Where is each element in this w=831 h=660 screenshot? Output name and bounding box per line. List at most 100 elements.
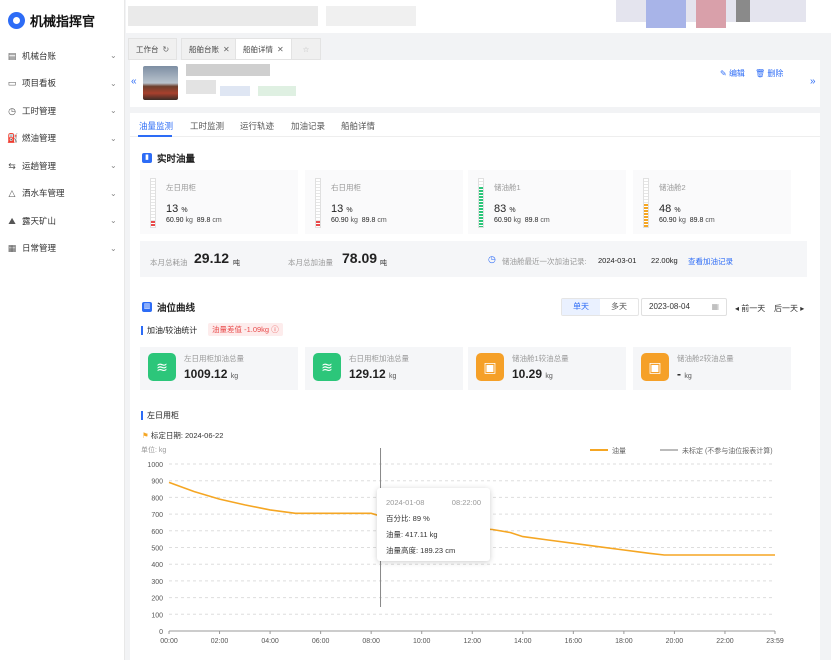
delete-button[interactable]: 🗑 删除 [755, 68, 783, 79]
summary-unit: kg [230, 373, 239, 380]
x-tick-label: 22:00 [716, 638, 734, 645]
ship-photo[interactable] [143, 66, 178, 100]
sidebar-item-label: 项目看板 [22, 78, 57, 89]
tank-percent-value: 13 [166, 203, 179, 215]
chart-section-text: 左日用柜 [147, 411, 179, 420]
single-day-button[interactable]: 单天 [562, 299, 600, 315]
tank-card: 左日用柜 13 % 60.90 kg 89.8 cm [140, 170, 298, 234]
close-icon[interactable]: ✕ [223, 45, 230, 54]
tank-name: 储油舱1 [494, 183, 521, 192]
tab-workbench[interactable]: 工作台 ↻ [128, 38, 178, 60]
tab-ship-detail[interactable]: 船舶详情 ✕ [235, 38, 292, 60]
tab-ship-ledger[interactable]: 船舶台账 ✕ [181, 38, 238, 60]
y-tick-label: 300 [151, 579, 163, 586]
date-picker[interactable]: 2023-08-04 ▦ [641, 298, 727, 316]
chevron-down-icon[interactable]: ⌄ [110, 134, 124, 143]
blurred-region [646, 0, 686, 28]
summary-unit: kg [684, 373, 692, 380]
y-tick-label: 100 [151, 612, 163, 619]
tank-readings: 60.90 kg 89.8 cm [166, 217, 222, 224]
tank-fill [479, 187, 483, 227]
blurred-ship-name [186, 64, 270, 76]
tank-percent: 83 % [494, 203, 516, 215]
prev-day-button[interactable]: ◂ 前一天 [735, 303, 765, 314]
tooltip-time: 08:22:00 [451, 498, 481, 507]
summary-label: 左日用柜加油总量 [184, 354, 244, 363]
tooltip-pct: 百分比: 89 % [386, 514, 430, 523]
summary-value: 129.12 kg [349, 367, 396, 381]
edit-label: 编辑 [728, 69, 745, 78]
x-tick-label: 00:00 [160, 638, 178, 645]
x-tick-label: 06:00 [312, 638, 330, 645]
blurred-region [696, 0, 726, 28]
truck-icon: △ [8, 188, 16, 199]
tab-label: 船舶台账 [189, 44, 219, 54]
chevron-down-icon[interactable]: ⌄ [110, 79, 124, 88]
tank-oil: 60.90 [659, 217, 677, 224]
tank-gauge [315, 178, 321, 228]
tank-fill [151, 220, 155, 227]
next-ship-icon[interactable]: » [810, 76, 816, 87]
tank-oil-unit: kg [678, 217, 686, 224]
sidebar-item[interactable]: ⛰ 露天矿山 ⌄ [0, 207, 124, 235]
tank-percent-unit: % [674, 207, 681, 214]
y-tick-label: 600 [151, 529, 163, 536]
app-logo[interactable]: 机械指挥官 [8, 11, 95, 30]
summary-number: 10.29 [512, 367, 543, 381]
tab-add[interactable]: ☆ [291, 38, 321, 60]
tank-percent-value: 83 [494, 203, 507, 215]
tooltip-header: 2024-01-08 08:22:00 [386, 495, 481, 511]
curve-title-text: 油位曲线 [157, 303, 196, 314]
tank-percent-value: 13 [331, 203, 344, 215]
next-day-button[interactable]: 后一天 ▸ [774, 303, 804, 314]
x-tick-label: 16:00 [565, 638, 583, 645]
blurred-region [186, 80, 216, 94]
summary-card: ▣ 储油舱1较油总量 10.29 kg [468, 347, 626, 390]
tab-track[interactable]: 运行轨迹 [240, 120, 274, 132]
sidebar-item[interactable]: ▭ 项目看板 ⌄ [0, 70, 124, 98]
calendar-icon: ▦ [711, 302, 719, 311]
chevron-down-icon[interactable]: ⌄ [110, 216, 124, 225]
tank-readings: 60.90 kg 89.8 cm [331, 217, 387, 224]
realtime-title: ▮ 实时油量 [142, 151, 195, 165]
y-tick-label: 400 [151, 562, 163, 569]
chevron-down-icon[interactable]: ⌄ [110, 161, 124, 170]
storage-tank-icon: ▣ [476, 353, 504, 381]
x-tick-label: 04:00 [261, 638, 279, 645]
fuel-icon: ⛽ [7, 133, 19, 144]
view-refuel-records-link[interactable]: 查看加油记录 [688, 256, 733, 267]
month-consume-unit: 吨 [233, 260, 240, 267]
sidebar-item[interactable]: ▤ 机械台账 ⌄ [0, 42, 124, 70]
sidebar-item[interactable]: ▦ 日常管理 ⌄ [0, 235, 124, 263]
summary-unit: kg [545, 373, 553, 380]
tooltip-oil: 油量: 417.11 kg [386, 530, 438, 539]
sidebar-item[interactable]: ⇆ 运趟管理 ⌄ [0, 152, 124, 180]
tank-card: 右日用柜 13 % 60.90 kg 89.8 cm [305, 170, 463, 234]
tab-hour-monitor[interactable]: 工时监测 [190, 120, 224, 132]
sidebar-item-label: 工时管理 [22, 105, 57, 116]
tab-oil-monitor[interactable]: 油量监测 [139, 120, 173, 132]
summary-label: 右日用柜加油总量 [349, 354, 409, 363]
sidebar-item[interactable]: ◷ 工时管理 ⌄ [0, 97, 124, 125]
sidebar-item[interactable]: ⛽ 燃油管理 ⌄ [0, 125, 124, 153]
close-icon[interactable]: ✕ [277, 45, 284, 54]
detail-tabs: 油量监测 工时监测 运行轨迹 加油记录 船舶详情 [130, 113, 820, 137]
chevron-down-icon[interactable]: ⌄ [110, 106, 124, 115]
multi-day-button[interactable]: 多天 [600, 299, 638, 315]
sidebar-item[interactable]: △ 洒水车管理 ⌄ [0, 180, 124, 208]
edit-button[interactable]: ✎ 编辑 [720, 68, 745, 79]
chevron-down-icon[interactable]: ⌄ [110, 244, 124, 253]
sidebar-item-label: 洒水车管理 [22, 188, 65, 199]
refresh-icon[interactable]: ↻ [163, 45, 170, 54]
tank-oil-unit: kg [350, 217, 358, 224]
chevron-down-icon[interactable]: ⌄ [110, 189, 124, 198]
summary-unit: kg [389, 373, 397, 380]
app-title: 机械指挥官 [30, 14, 96, 29]
tab-ship-info[interactable]: 船舶详情 [341, 120, 375, 132]
last-refuel-date: 2024-03-01 [598, 256, 637, 265]
chevron-down-icon[interactable]: ⌄ [110, 51, 124, 60]
tab-refuel-records[interactable]: 加油记录 [291, 120, 325, 132]
prev-ship-icon[interactable]: « [131, 76, 137, 87]
tank-height: 89.8 [196, 217, 211, 224]
info-icon[interactable]: ⓘ [271, 325, 279, 334]
